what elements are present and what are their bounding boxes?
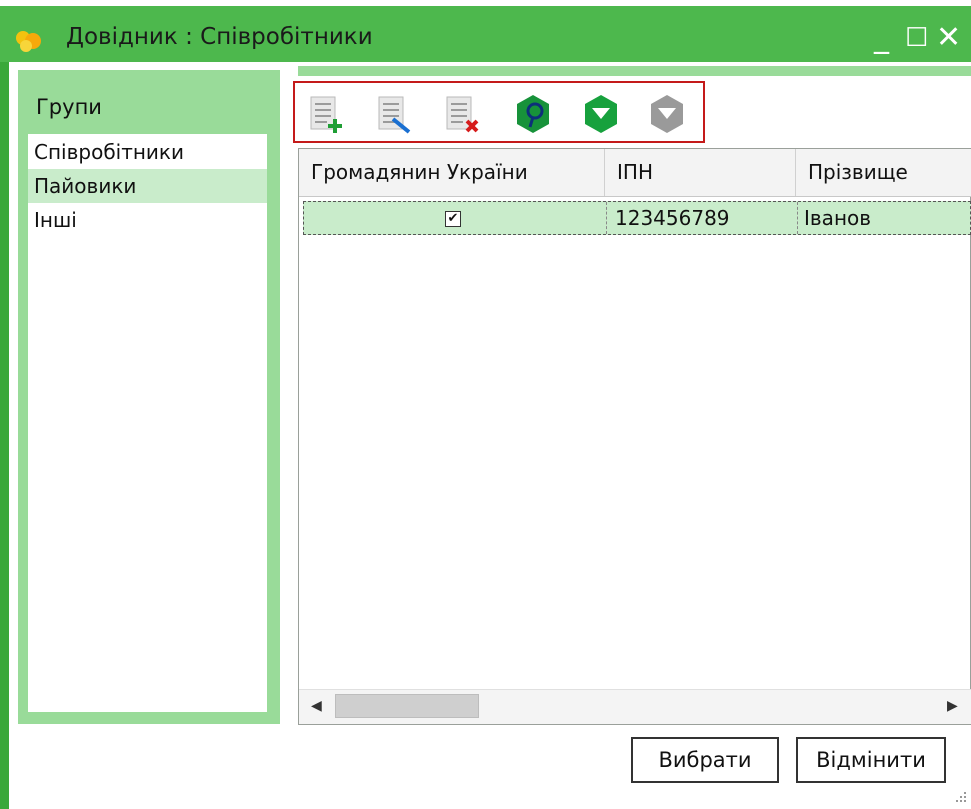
edit-record-icon[interactable] [375,93,415,135]
window-border [0,62,9,809]
group-item-label: Інші [34,208,77,232]
cell-citizen[interactable]: ✔ [304,202,606,234]
search-icon[interactable] [513,93,553,135]
resize-grip-icon[interactable] [952,788,968,804]
group-item-label: Пайовики [34,174,137,198]
scroll-left-icon[interactable]: ◀ [311,698,322,714]
group-item-employees[interactable]: Співробітники [28,135,267,169]
groups-header: Групи [36,95,102,119]
column-header-citizen[interactable]: Громадянин України [299,149,605,196]
window-title: Довідник : Співробітники [66,24,373,50]
cancel-button[interactable]: Відмінити [796,737,946,783]
app-logo-icon [16,31,41,52]
column-header-ipn[interactable]: ІПН [605,149,796,196]
horizontal-scrollbar[interactable]: ◀ ▶ [299,689,971,724]
content-header-bar [298,66,971,76]
group-item-shareholders[interactable]: Пайовики [28,169,267,203]
title-bar[interactable]: Довідник : Співробітники _ ☐ ✕ [0,6,971,62]
scroll-right-icon[interactable]: ▶ [947,698,958,714]
scroll-thumb[interactable] [335,694,479,718]
toolbar [293,81,705,143]
group-item-label: Співробітники [34,140,185,164]
cell-ipn: 123456789 [606,202,797,234]
add-record-icon[interactable] [307,93,347,135]
citizen-checkbox[interactable]: ✔ [445,211,461,227]
group-item-others[interactable]: Інші [28,203,267,237]
delete-record-icon[interactable] [443,93,483,135]
directory-window: Довідник : Співробітники _ ☐ ✕ Групи Спі… [0,0,971,809]
cell-surname: Іванов [797,202,970,234]
select-button[interactable]: Вибрати [631,737,779,783]
minimize-button[interactable]: _ [874,20,889,56]
groups-list: Співробітники Пайовики Інші [28,134,267,712]
maximize-button[interactable]: ☐ [905,20,928,56]
filter-disabled-icon[interactable] [647,93,687,135]
close-button[interactable]: ✕ [936,20,961,56]
records-grid: Громадянин України ІПН Прізвище ✔ 123456… [298,148,971,725]
table-row[interactable]: ✔ 123456789 Іванов [303,201,971,235]
column-header-surname[interactable]: Прізвище [796,149,971,196]
grid-header: Громадянин України ІПН Прізвище [299,149,971,197]
filter-icon[interactable] [581,93,621,135]
